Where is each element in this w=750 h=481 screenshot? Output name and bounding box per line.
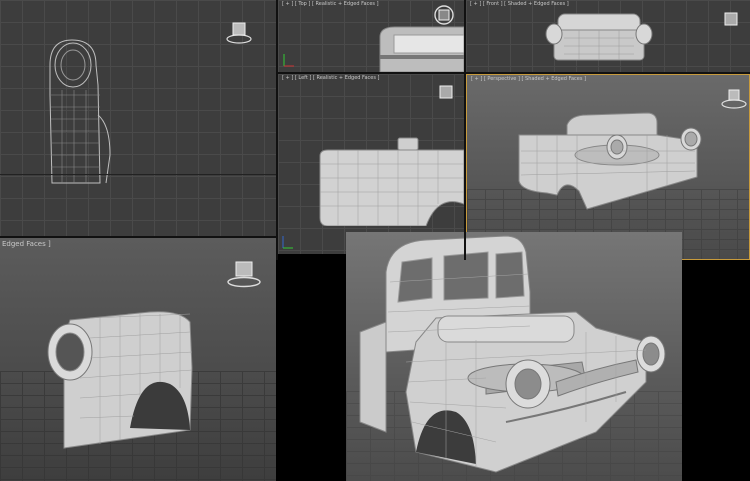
model-left-view[interactable] xyxy=(318,134,464,226)
viewport-top-left[interactable] xyxy=(0,0,276,236)
viewcube-icon[interactable] xyxy=(226,20,252,44)
render-preview xyxy=(346,232,682,481)
viewcube-icon[interactable] xyxy=(436,82,456,102)
model-front-view[interactable] xyxy=(544,12,654,66)
viewport-label[interactable]: Edged Faces ] xyxy=(2,240,51,248)
axis-gizmo-icon xyxy=(283,54,294,67)
viewcube-icon[interactable] xyxy=(433,4,455,26)
viewport-label[interactable]: [ + ] [ Left ] [ Realistic + Edged Faces… xyxy=(282,75,380,81)
wireframe-model[interactable] xyxy=(40,35,120,195)
model-perspective-view[interactable] xyxy=(517,111,707,215)
viewport-front[interactable]: [ + ] [ Front ] [ Shaded + Edged Faces ] xyxy=(466,0,750,72)
horizon-line xyxy=(0,174,276,175)
viewport-label[interactable]: [ + ] [ Top ] [ Realistic + Edged Faces … xyxy=(282,1,379,7)
viewport-bottom-left[interactable]: Edged Faces ] xyxy=(0,238,276,481)
axis-gizmo-icon xyxy=(282,236,293,249)
viewcube-icon[interactable] xyxy=(720,8,742,30)
viewcube-icon[interactable] xyxy=(721,85,747,109)
viewport-divider xyxy=(276,0,278,260)
model-top-view[interactable] xyxy=(370,25,464,72)
viewport-left[interactable]: [ + ] [ Left ] [ Realistic + Edged Faces… xyxy=(278,74,464,254)
viewport-divider xyxy=(464,0,466,260)
viewport-divider xyxy=(278,72,750,74)
viewcube-icon[interactable] xyxy=(224,256,264,288)
viewport-label[interactable]: [ + ] [ Front ] [ Shaded + Edged Faces ] xyxy=(470,1,569,7)
viewport-divider xyxy=(0,236,276,238)
truck-render-model xyxy=(359,235,666,473)
viewport-label[interactable]: [ + ] [ Perspective ] [ Shaded + Edged F… xyxy=(471,76,586,82)
model-fender-view[interactable] xyxy=(40,308,210,458)
viewport-top[interactable]: [ + ] [ Top ] [ Realistic + Edged Faces … xyxy=(278,0,464,72)
